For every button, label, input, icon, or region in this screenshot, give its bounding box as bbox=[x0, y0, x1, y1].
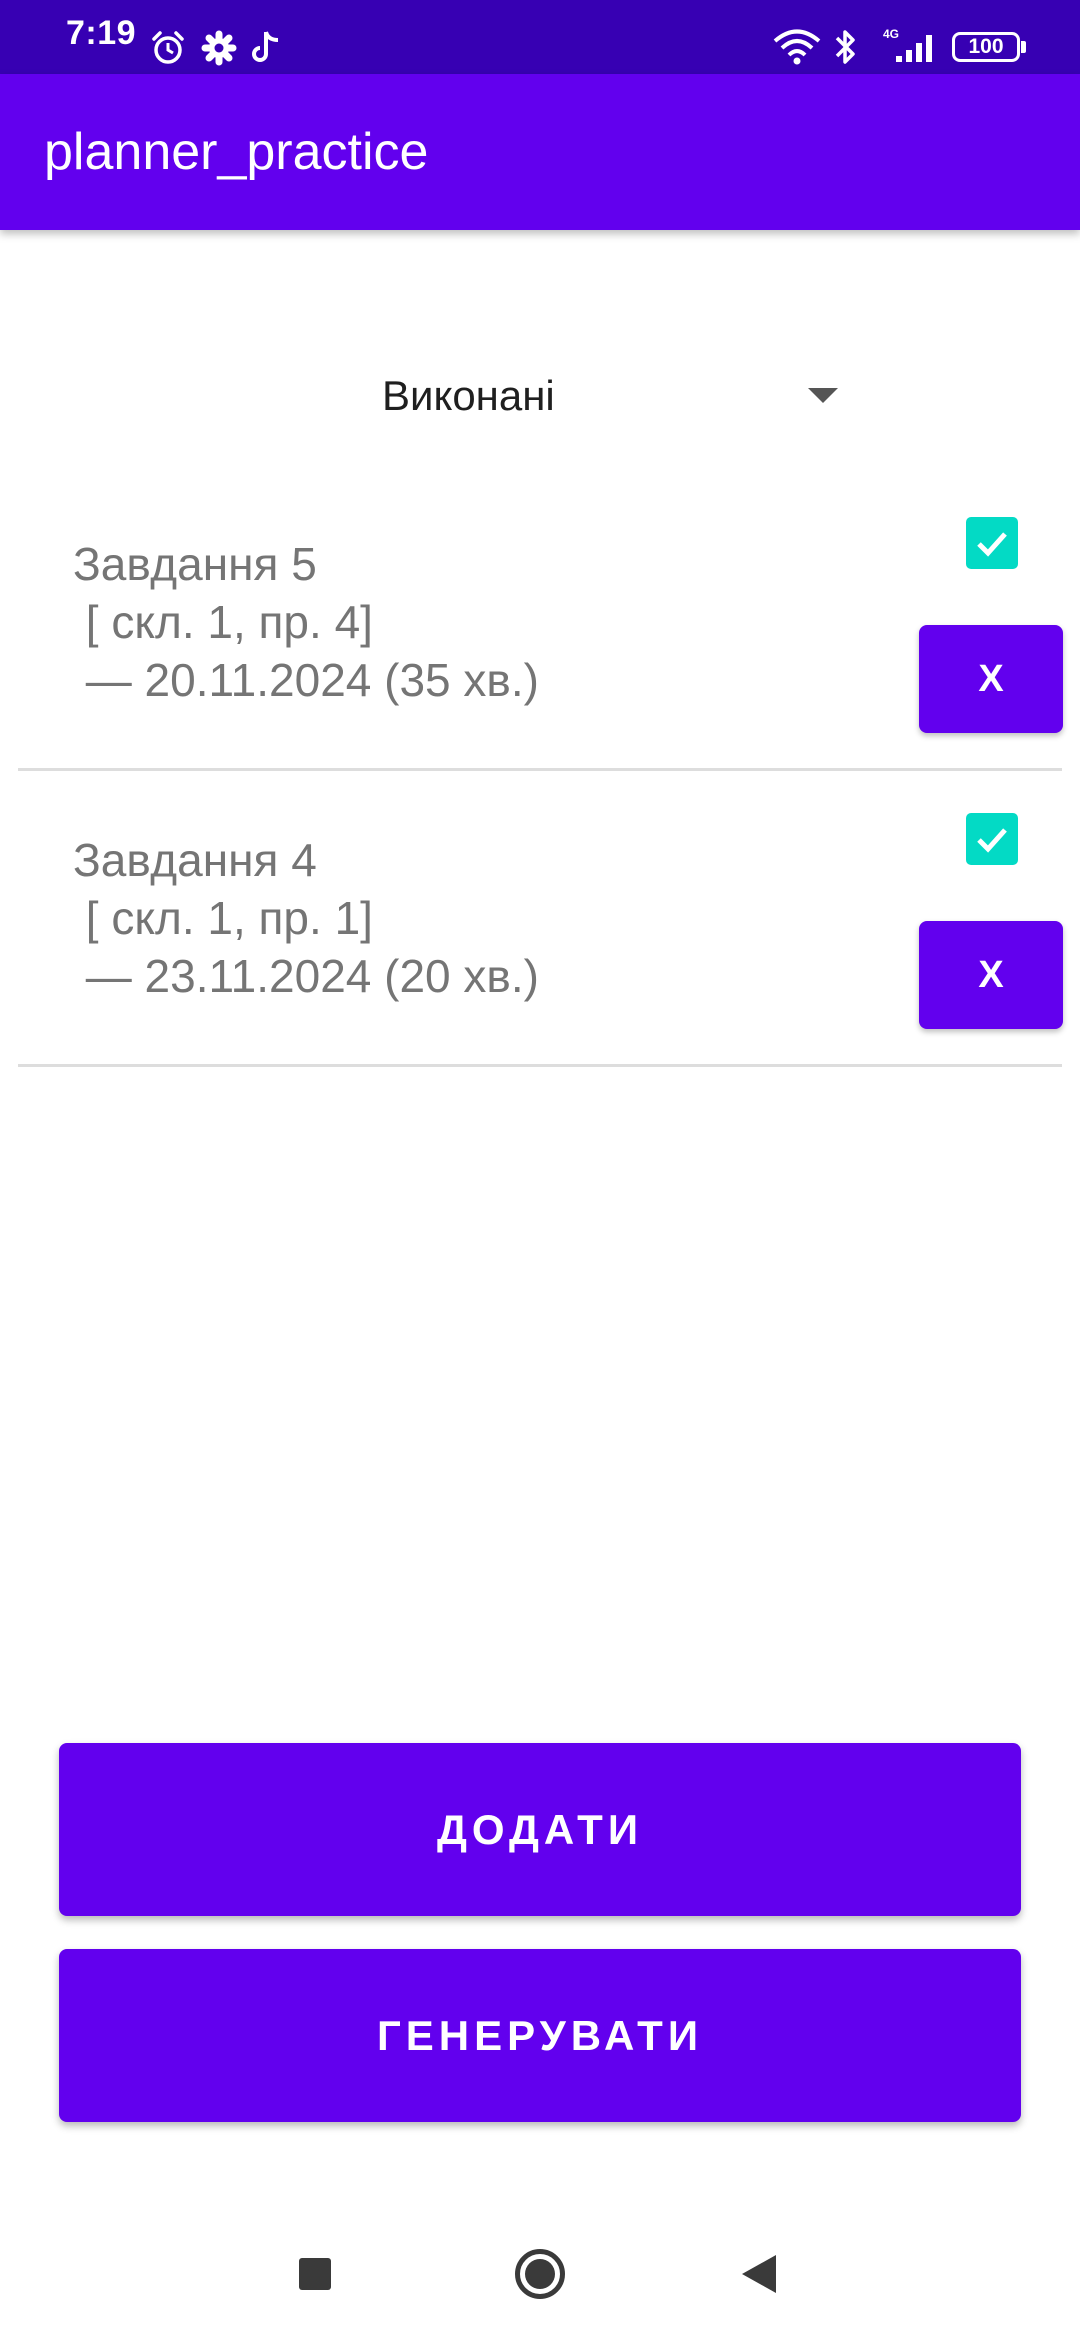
battery-tip bbox=[1021, 41, 1026, 53]
task-text: Завдання 4 [ скл. 1, пр. 1] — 23.11.2024… bbox=[73, 831, 893, 1005]
delete-task-button[interactable]: X bbox=[919, 921, 1063, 1029]
task-row: Завдання 5 [ скл. 1, пр. 4] — 20.11.2024… bbox=[18, 475, 1063, 771]
dropdown-arrow-icon bbox=[808, 388, 838, 403]
status-time: 7:19 bbox=[66, 14, 137, 52]
network-label: 4G bbox=[883, 27, 899, 41]
filter-selected-value: Виконані bbox=[382, 372, 555, 419]
screen: 7:19 4G 100 planner_practice Виконані За… bbox=[0, 0, 1080, 2340]
generate-button[interactable]: ГЕНЕРУВАТИ bbox=[59, 1949, 1021, 2122]
task-title: Завдання 5 bbox=[73, 538, 317, 590]
status-bar: 7:19 4G 100 bbox=[0, 0, 1080, 74]
delete-task-button[interactable]: X bbox=[919, 625, 1063, 733]
back-icon[interactable] bbox=[742, 2255, 776, 2293]
task-date: — 23.11.2024 (20 хв.) bbox=[73, 950, 539, 1002]
task-list: Завдання 5 [ скл. 1, пр. 4] — 20.11.2024… bbox=[18, 475, 1063, 1067]
alarm-icon bbox=[150, 30, 186, 66]
gear-icon bbox=[201, 30, 237, 66]
filter-spinner[interactable]: Виконані bbox=[360, 340, 860, 450]
navigation-bar bbox=[0, 2200, 1080, 2340]
checkmark-icon bbox=[977, 828, 1007, 853]
battery-icon: 100 bbox=[952, 32, 1020, 62]
home-icon-inner bbox=[525, 2259, 555, 2289]
task-title: Завдання 4 bbox=[73, 834, 317, 886]
bluetooth-icon bbox=[833, 28, 857, 66]
task-text: Завдання 5 [ скл. 1, пр. 4] — 20.11.2024… bbox=[73, 535, 893, 709]
task-details: [ скл. 1, пр. 4] bbox=[73, 596, 373, 648]
signal-icon: 4G bbox=[878, 26, 940, 64]
task-row: Завдання 4 [ скл. 1, пр. 1] — 23.11.2024… bbox=[18, 771, 1063, 1067]
recents-icon[interactable] bbox=[299, 2258, 331, 2290]
checkmark-icon bbox=[977, 532, 1007, 557]
tiktok-icon bbox=[252, 28, 284, 66]
add-button[interactable]: ДОДАТИ bbox=[59, 1743, 1021, 1916]
task-done-checkbox[interactable] bbox=[966, 517, 1018, 569]
task-date: — 20.11.2024 (35 хв.) bbox=[73, 654, 539, 706]
task-done-checkbox[interactable] bbox=[966, 813, 1018, 865]
app-bar: planner_practice bbox=[0, 74, 1080, 230]
task-details: [ скл. 1, пр. 1] bbox=[73, 892, 373, 944]
wifi-icon bbox=[772, 28, 822, 68]
app-title: planner_practice bbox=[44, 123, 429, 181]
